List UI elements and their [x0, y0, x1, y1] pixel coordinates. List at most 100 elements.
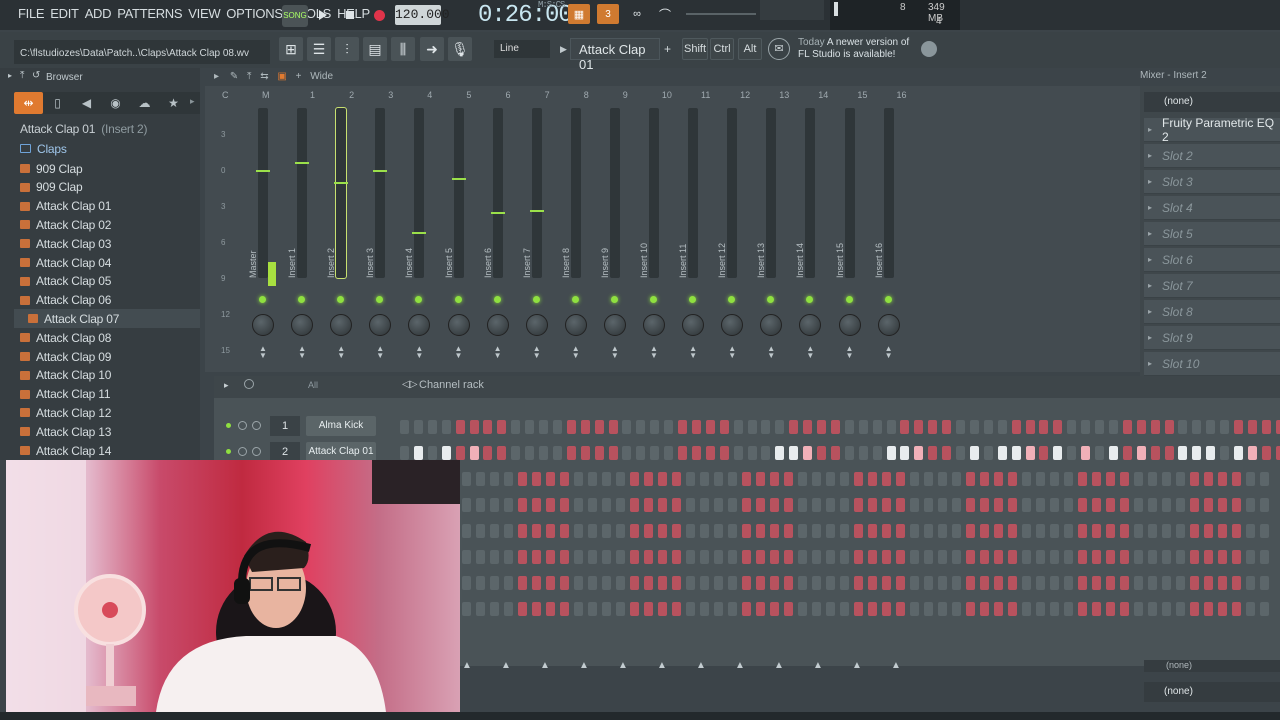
mixer-strip[interactable]: Insert 14 ▲ ▼: [791, 88, 829, 368]
enable-led[interactable]: [337, 296, 345, 303]
step-button[interactable]: [455, 446, 465, 460]
route-arrows-icon[interactable]: ▲ ▼: [455, 345, 463, 360]
step-button[interactable]: [594, 420, 604, 434]
browser-item[interactable]: Attack Clap 12: [14, 403, 200, 422]
step-button[interactable]: [636, 446, 646, 460]
step-button[interactable]: [1190, 576, 1199, 590]
step-button[interactable]: [784, 602, 793, 616]
step-button[interactable]: [840, 498, 849, 512]
step-button[interactable]: [840, 472, 849, 486]
route-arrows-icon[interactable]: ▲ ▼: [533, 345, 541, 360]
step-button[interactable]: [1176, 498, 1185, 512]
step-button[interactable]: [462, 498, 471, 512]
step-button[interactable]: [1176, 576, 1185, 590]
mixer-up-icon[interactable]: ⤒: [247, 71, 251, 82]
step-button[interactable]: [630, 498, 639, 512]
effect-slot[interactable]: ▸ Slot 3: [1144, 170, 1280, 194]
step-button[interactable]: [511, 420, 521, 434]
step-button[interactable]: [1008, 576, 1017, 590]
enable-led[interactable]: [493, 296, 501, 303]
browser-toggle-button[interactable]: ⫼: [391, 37, 415, 61]
step-button[interactable]: [1134, 602, 1143, 616]
route-up-icon[interactable]: ▲: [891, 660, 901, 671]
step-button[interactable]: [518, 550, 527, 564]
step-button[interactable]: [1247, 446, 1257, 460]
step-button[interactable]: [928, 420, 938, 434]
enable-led[interactable]: [767, 296, 775, 303]
step-button[interactable]: [747, 446, 757, 460]
step-button[interactable]: [956, 446, 965, 460]
step-button[interactable]: [770, 550, 779, 564]
step-button[interactable]: [882, 524, 891, 538]
step-button[interactable]: [1106, 576, 1115, 590]
step-button[interactable]: [532, 524, 541, 538]
step-button[interactable]: [700, 576, 709, 590]
step-button[interactable]: [742, 472, 751, 486]
step-button[interactable]: [686, 602, 695, 616]
step-button[interactable]: [994, 550, 1003, 564]
route-arrows-icon[interactable]: ▲ ▼: [572, 345, 580, 360]
step-button[interactable]: [574, 498, 583, 512]
step-button[interactable]: [608, 446, 618, 460]
step-button[interactable]: [770, 498, 779, 512]
ctrl-key[interactable]: Ctrl: [710, 38, 734, 60]
step-button[interactable]: [1092, 472, 1101, 486]
mixer-strip[interactable]: Insert 10 ▲ ▼: [635, 88, 673, 368]
step-button[interactable]: [1008, 602, 1017, 616]
step-button[interactable]: [854, 602, 863, 616]
step-button[interactable]: [1092, 602, 1101, 616]
browser-item[interactable]: Attack Clap 10: [14, 366, 200, 385]
step-button[interactable]: [616, 602, 625, 616]
step-button[interactable]: [854, 576, 863, 590]
step-button[interactable]: [830, 420, 840, 434]
step-button[interactable]: [644, 498, 653, 512]
step-button[interactable]: [938, 498, 947, 512]
pan-knob[interactable]: [838, 314, 861, 336]
step-button[interactable]: [1039, 446, 1049, 460]
step-button[interactable]: [602, 576, 611, 590]
step-button[interactable]: [924, 576, 933, 590]
step-button[interactable]: [854, 550, 863, 564]
volume-fader[interactable]: [529, 210, 544, 212]
step-button[interactable]: [1036, 576, 1045, 590]
route-up-icon[interactable]: ▲: [501, 660, 511, 671]
step-button[interactable]: [994, 576, 1003, 590]
mixer-strip[interactable]: Insert 16 ▲ ▼: [870, 88, 908, 368]
browser-speaker-icon[interactable]: ◀: [72, 96, 101, 110]
browser-plugin-icon[interactable]: ◉: [101, 96, 130, 110]
step-button[interactable]: [844, 420, 854, 434]
step-button[interactable]: [1261, 420, 1271, 434]
step-button[interactable]: [1218, 498, 1227, 512]
step-button[interactable]: [728, 472, 737, 486]
step-button[interactable]: [1204, 602, 1213, 616]
step-button[interactable]: [761, 446, 771, 460]
step-button[interactable]: [588, 576, 597, 590]
effect-slot[interactable]: ▸ Fruity Parametric EQ 2: [1144, 116, 1280, 144]
step-button[interactable]: [658, 550, 667, 564]
step-button[interactable]: [910, 524, 919, 538]
step-button[interactable]: [742, 550, 751, 564]
step-button[interactable]: [924, 524, 933, 538]
volume-fader[interactable]: [412, 232, 427, 234]
step-button[interactable]: [1108, 446, 1118, 460]
route-up-icon[interactable]: ▲: [735, 660, 745, 671]
step-button[interactable]: [1178, 446, 1188, 460]
step-button[interactable]: [1164, 420, 1174, 434]
browser-scroll-icon[interactable]: ▸: [190, 96, 195, 107]
step-button[interactable]: [980, 550, 989, 564]
step-button[interactable]: [574, 550, 583, 564]
step-button[interactable]: [784, 472, 793, 486]
step-button[interactable]: [784, 576, 793, 590]
menu-edit[interactable]: EDIT: [50, 6, 79, 21]
step-button[interactable]: [830, 446, 840, 460]
step-button[interactable]: [588, 550, 597, 564]
mixer-arrow-icon[interactable]: ▸: [214, 71, 219, 82]
step-button[interactable]: [1050, 550, 1059, 564]
step-button[interactable]: [1095, 420, 1104, 434]
step-button[interactable]: [483, 446, 493, 460]
step-button[interactable]: [490, 576, 499, 590]
step-button[interactable]: [868, 498, 877, 512]
step-button[interactable]: [733, 446, 743, 460]
step-button[interactable]: [1260, 576, 1269, 590]
channel-name-button[interactable]: Attack Clap 01: [306, 442, 376, 462]
